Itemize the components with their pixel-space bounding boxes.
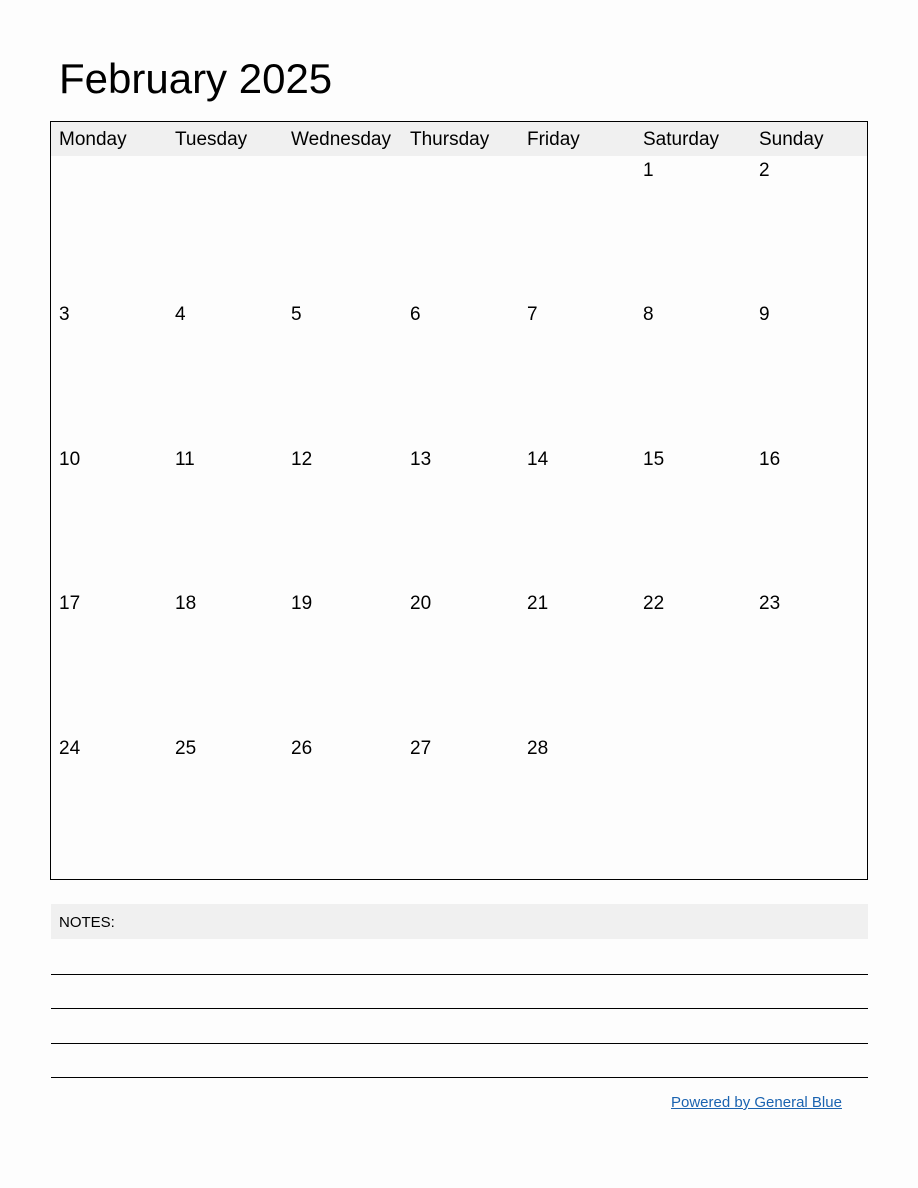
day-cell: 27	[410, 738, 432, 759]
weekday-tuesday: Tuesday	[175, 129, 248, 150]
day-cell: 8	[643, 304, 654, 325]
day-cell: 25	[175, 738, 197, 759]
weekday-friday: Friday	[527, 129, 580, 150]
day-cell: 20	[410, 593, 432, 614]
powered-by-link[interactable]: Powered by General Blue	[671, 1094, 842, 1112]
weekday-wednesday: Wednesday	[291, 129, 391, 150]
day-cell: 17	[59, 593, 81, 614]
day-cell: 6	[410, 304, 421, 325]
weekday-monday: Monday	[59, 129, 127, 150]
day-cell: 16	[759, 449, 781, 470]
day-cell: 22	[643, 593, 665, 614]
day-cell: 7	[527, 304, 538, 325]
notes-label: NOTES:	[59, 914, 115, 931]
weekday-sunday: Sunday	[759, 129, 824, 150]
day-cell: 1	[643, 160, 654, 181]
day-cell: 5	[291, 304, 302, 325]
day-cell: 4	[175, 304, 186, 325]
weekday-thursday: Thursday	[410, 129, 490, 150]
day-cell: 28	[527, 738, 549, 759]
day-cell: 15	[643, 449, 665, 470]
day-cell: 10	[59, 449, 81, 470]
notes-header: NOTES:	[51, 904, 868, 939]
day-cell: 19	[291, 593, 313, 614]
day-cell: 9	[759, 304, 770, 325]
day-cell: 24	[59, 738, 81, 759]
day-cell: 14	[527, 449, 549, 470]
weekday-header-row: Monday Tuesday Wednesday Thursday Friday Satu…	[51, 122, 867, 156]
notes-line	[51, 974, 868, 975]
day-cell: 3	[59, 304, 70, 325]
page-title: February 2025	[59, 55, 333, 102]
day-cell: 23	[759, 593, 781, 614]
day-cell: 12	[291, 449, 313, 470]
day-cell: 2	[759, 160, 770, 181]
calendar-grid: Monday Tuesday Wednesday Thursday Friday Satu…	[50, 121, 868, 880]
notes-line	[51, 1043, 868, 1044]
day-cell: 21	[527, 593, 549, 614]
day-cell: 13	[410, 449, 432, 470]
day-cell: 18	[175, 593, 197, 614]
notes-line	[51, 1077, 868, 1078]
day-cell: 11	[175, 449, 195, 470]
weekday-saturday: Saturday	[643, 129, 720, 150]
notes-line	[51, 1008, 868, 1009]
day-cell: 26	[291, 738, 313, 759]
